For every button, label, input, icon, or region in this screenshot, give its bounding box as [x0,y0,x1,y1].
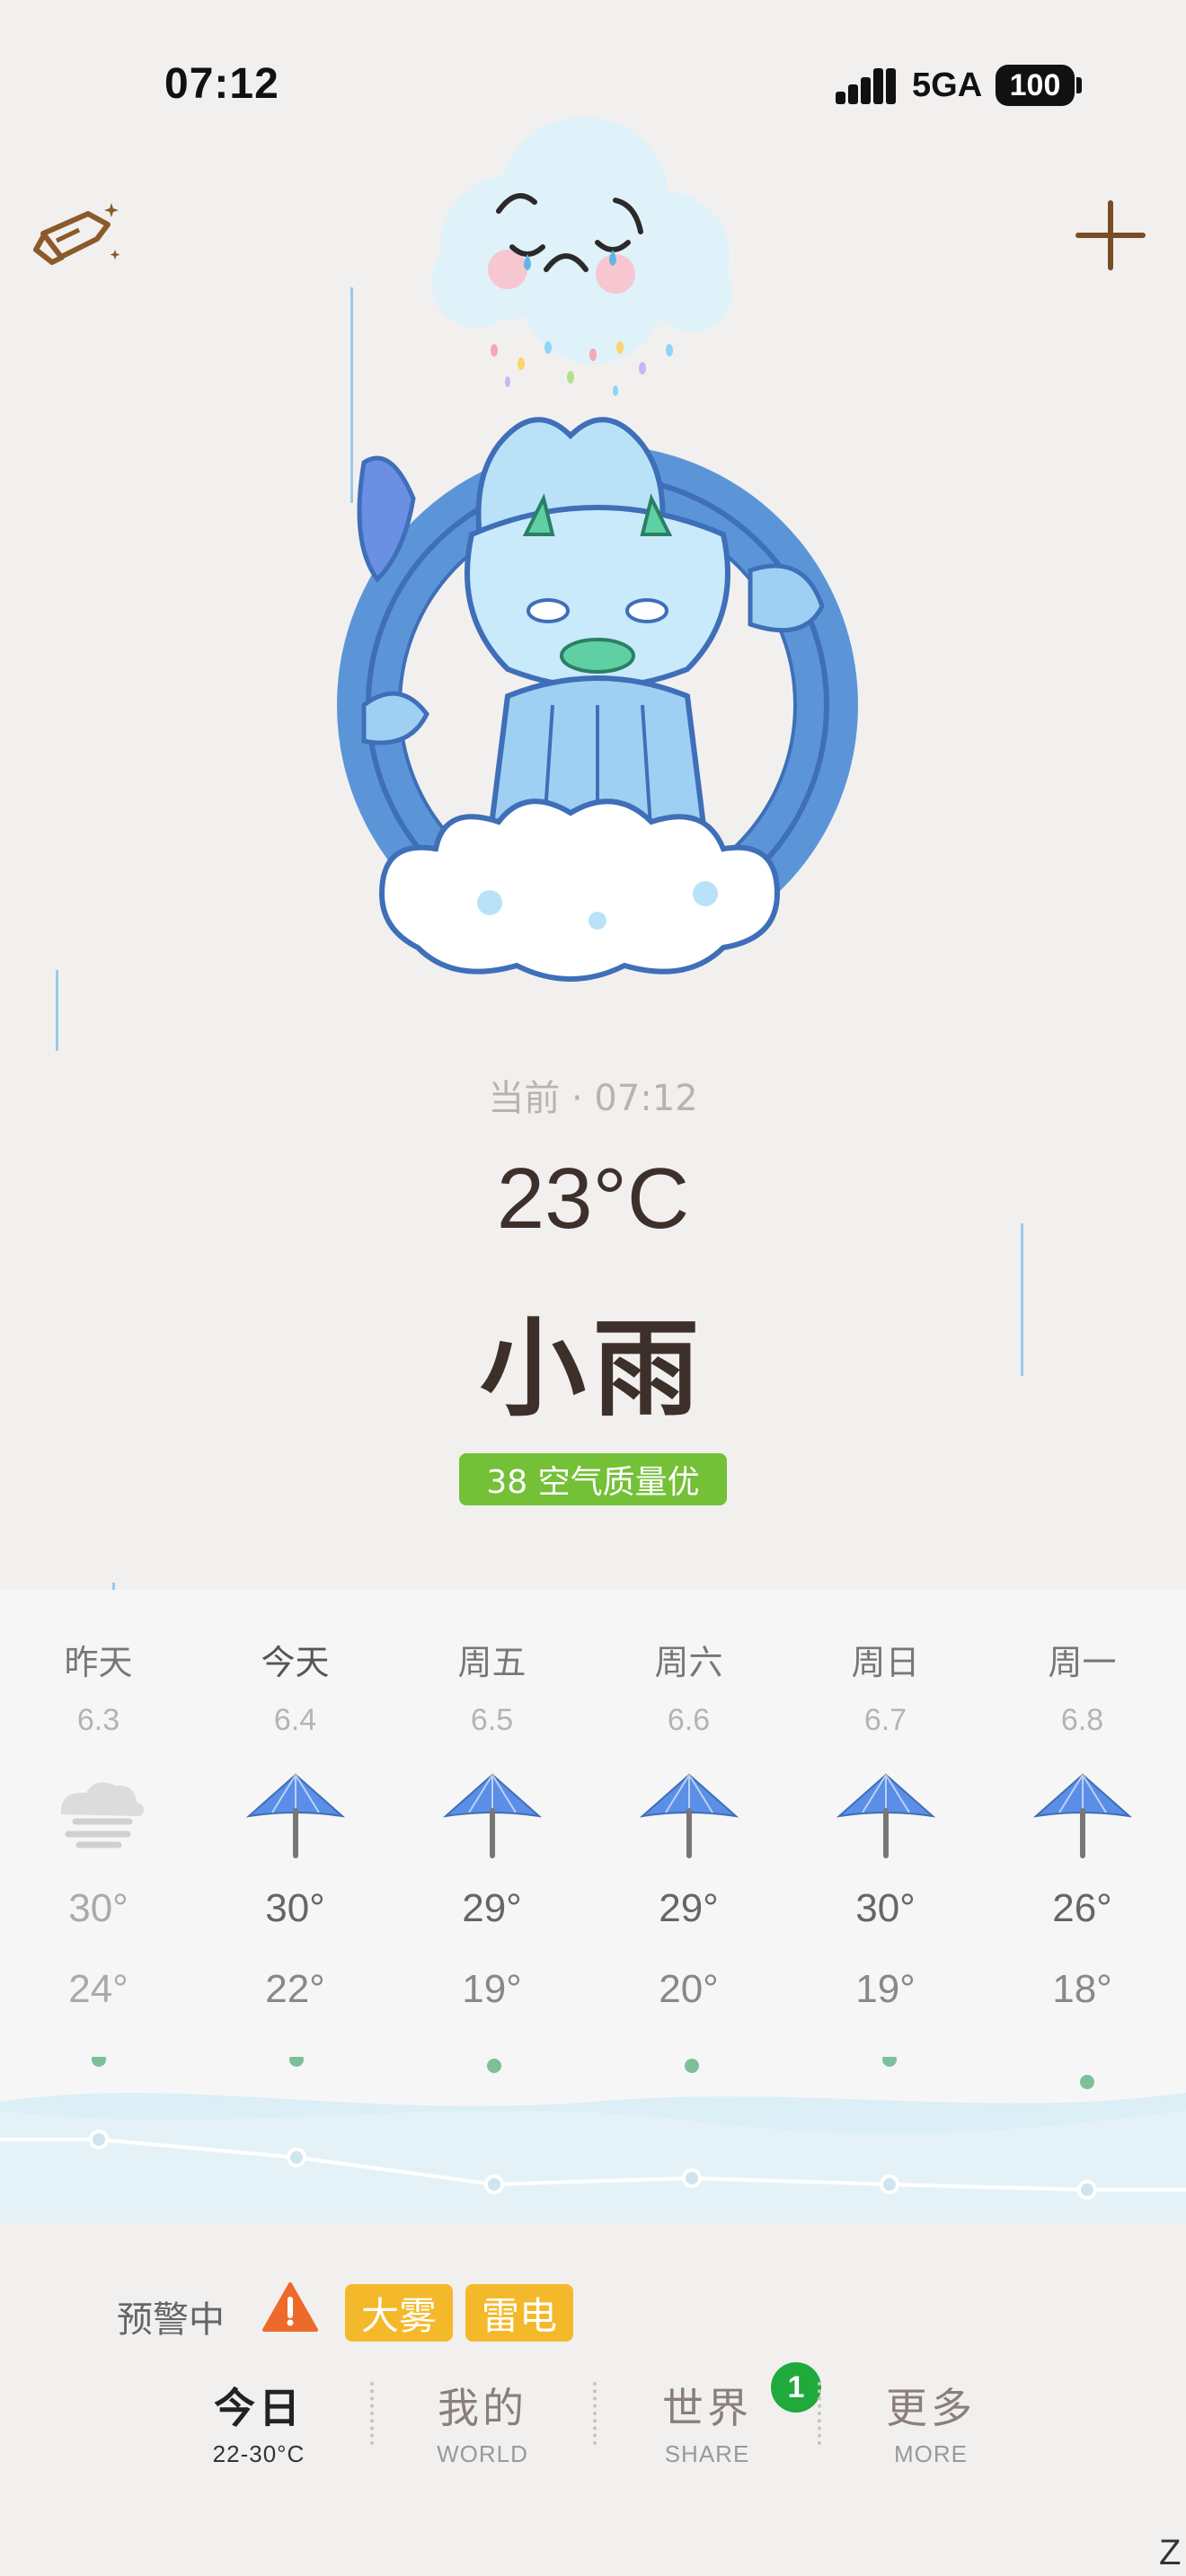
tab-sublabel: MORE [894,2440,968,2467]
day-low: 20° [659,1967,719,2011]
warning-tag-thunder[interactable]: 雷电 [465,2284,573,2342]
tab-divider [593,2382,597,2445]
tab-today[interactable]: 今日 22-30°C [182,2376,335,2468]
tab-label: 更多 [886,2384,976,2432]
day-name: 昨天 [64,1643,133,1682]
water-dragon-illustration [337,417,858,982]
current-condition: 小雨 [479,1306,706,1431]
day-high: 30° [855,1886,916,1930]
current-time-label: 当前 · 07:12 [488,1078,698,1119]
day-date: 6.5 [470,1703,514,1737]
warning-tag-fog[interactable]: 大雾 [345,2284,453,2342]
notification-badge: 1 [771,2362,821,2413]
air-quality-badge[interactable]: 38 空气质量优 [459,1453,727,1505]
day-low: 22° [265,1967,325,2011]
day-low: 24° [68,1967,128,2011]
day-date: 6.6 [667,1703,711,1737]
day-high: 30° [265,1886,325,1930]
temperature-trend-chart [0,2057,1186,2223]
forecast-panel[interactable]: 昨天 6.3 30° 24° 今天 6.4 30° 22° 周五 6.5 29°… [0,1590,1186,2223]
day-date: 6.3 [76,1703,120,1737]
tab-label: 今日 [214,2384,304,2432]
tab-sublabel: WORLD [437,2440,528,2467]
umbrella-icon [639,1773,739,1858]
day-name: 周日 [851,1643,920,1682]
tab-label: 我的 [438,2384,527,2432]
day-date: 6.4 [273,1703,317,1737]
day-low: 18° [1052,1967,1112,2011]
tab-label: 世界 [662,2384,752,2432]
day-name: 周六 [654,1643,723,1682]
day-low: 19° [462,1967,522,2011]
current-temperature: 23°C [496,1151,690,1247]
battery-nub [1076,77,1082,93]
umbrella-icon [245,1773,345,1858]
day-name: 周五 [457,1643,527,1682]
day-high: 29° [462,1886,522,1930]
tab-world[interactable]: 世界 SHARE [631,2376,783,2468]
tab-divider [818,2382,821,2445]
add-city-button[interactable] [1075,199,1146,271]
network-type: 5GA [912,66,983,104]
rain-streak [56,970,58,1051]
umbrella-icon [442,1773,542,1858]
day-name: 今天 [261,1643,330,1682]
signal-icon [836,68,898,104]
warning-triangle-icon[interactable] [262,2281,318,2333]
status-time: 07:12 [164,60,279,108]
umbrella-icon [1032,1773,1132,1858]
umbrella-icon [836,1773,935,1858]
tab-divider [370,2382,374,2445]
crying-cloud-illustration [431,117,732,396]
day-high: 29° [659,1886,719,1930]
day-high: 26° [1052,1886,1112,1930]
day-date: 6.7 [863,1703,907,1737]
warning-label[interactable]: 预警中 [117,2290,225,2342]
broom-icon[interactable] [25,198,124,278]
day-name: 周一 [1048,1643,1117,1682]
tab-more[interactable]: 更多 MORE [854,2376,1007,2468]
day-low: 19° [855,1967,916,2011]
tab-mine[interactable]: 我的 WORLD [406,2376,559,2468]
fog-icon [60,1782,144,1848]
day-high: 30° [68,1886,128,1930]
corner-letter: Z [1159,2533,1182,2572]
tab-sublabel: 22-30°C [212,2440,305,2467]
battery-indicator: 100 [996,65,1075,106]
day-date: 6.8 [1060,1703,1104,1737]
tab-sublabel: SHARE [664,2440,750,2467]
